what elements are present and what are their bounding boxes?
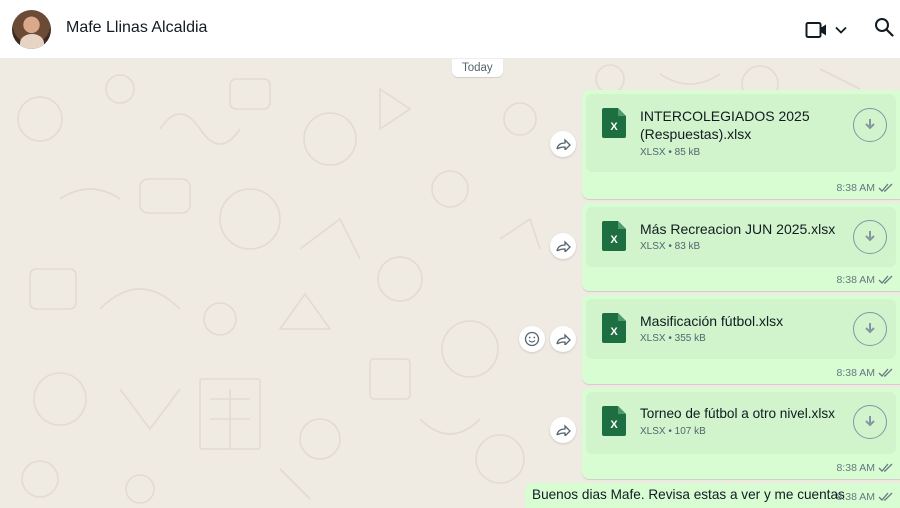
- excel-file-icon: X: [602, 221, 626, 251]
- download-button[interactable]: [853, 108, 887, 142]
- svg-text:X: X: [610, 234, 618, 246]
- file-message: X INTERCOLEGIADOS 2025 (Respuestas).xlsx…: [582, 90, 900, 199]
- contact-avatar[interactable]: [12, 10, 51, 49]
- message-time: 8:38 AM: [836, 182, 894, 194]
- file-name: INTERCOLEGIADOS 2025 (Respuestas).xlsx: [640, 108, 810, 142]
- file-meta: XLSX • 85 kB: [640, 147, 701, 158]
- video-camera-icon: [805, 22, 826, 38]
- message-time: 8:38 AM: [836, 367, 894, 379]
- file-name: Masificación fútbol.xlsx: [640, 313, 784, 329]
- file-message: X Torneo de fútbol a otro nivel.xlsx XLS…: [582, 388, 900, 479]
- emoji-react-button[interactable]: [519, 326, 545, 352]
- read-ticks-icon: [878, 275, 893, 284]
- download-icon: [865, 416, 875, 427]
- download-icon: [865, 231, 875, 242]
- file-card[interactable]: X INTERCOLEGIADOS 2025 (Respuestas).xlsx…: [586, 94, 896, 172]
- file-meta: XLSX • 83 kB: [640, 241, 701, 252]
- excel-file-icon: X: [602, 108, 626, 138]
- file-name: Torneo de fútbol a otro nivel.xlsx: [640, 406, 835, 421]
- file-message: X Más Recreacion JUN 2025.xlsx XLSX • 83…: [582, 203, 900, 291]
- svg-text:X: X: [610, 419, 618, 431]
- chat-area[interactable]: Today X INTERCOLEGIADOS 2025 (Respuestas…: [0, 59, 900, 508]
- download-icon: [865, 119, 875, 130]
- file-message: X Masificación fútbol.xlsx XLSX • 355 kB…: [582, 295, 900, 384]
- download-button[interactable]: [853, 405, 887, 439]
- forward-icon: [556, 333, 571, 345]
- forward-button[interactable]: [550, 326, 576, 352]
- forward-button[interactable]: [550, 131, 576, 157]
- contact-name[interactable]: Mafe Llinas Alcaldia: [66, 19, 207, 37]
- forward-icon: [556, 138, 571, 150]
- download-button[interactable]: [853, 220, 887, 254]
- download-icon: [865, 323, 875, 334]
- file-meta: XLSX • 355 kB: [640, 333, 706, 344]
- forward-button[interactable]: [550, 233, 576, 259]
- search-icon: [875, 18, 894, 37]
- file-name: Más Recreacion JUN 2025.xlsx: [640, 221, 836, 237]
- read-ticks-icon: [878, 463, 893, 472]
- read-ticks-icon: [878, 183, 893, 192]
- message-time: 8:38 AM: [836, 491, 894, 503]
- excel-file-icon: X: [602, 313, 626, 343]
- message-time: 8:38 AM: [836, 274, 894, 286]
- forward-icon: [556, 424, 571, 436]
- search-button[interactable]: [874, 17, 896, 41]
- svg-text:X: X: [610, 326, 618, 338]
- chat-header: Mafe Llinas Alcaldia: [0, 0, 900, 59]
- message-time: 8:38 AM: [836, 462, 894, 474]
- forward-icon: [556, 240, 571, 252]
- excel-file-icon: X: [602, 406, 626, 436]
- forward-button[interactable]: [550, 417, 576, 443]
- read-ticks-icon: [878, 492, 893, 501]
- text-message: Buenos dias Mafe. Revisa estas a ver y m…: [525, 483, 900, 508]
- date-divider: Today: [452, 59, 503, 77]
- file-card[interactable]: X Torneo de fútbol a otro nivel.xlsx XLS…: [586, 392, 896, 454]
- svg-text:X: X: [610, 121, 618, 133]
- video-call-button[interactable]: [805, 17, 851, 43]
- read-ticks-icon: [878, 368, 893, 377]
- smiley-icon: [524, 331, 540, 347]
- file-card[interactable]: X Más Recreacion JUN 2025.xlsx XLSX • 83…: [586, 207, 896, 267]
- message-text: Buenos dias Mafe. Revisa estas a ver y m…: [532, 487, 845, 502]
- file-card[interactable]: X Masificación fútbol.xlsx XLSX • 355 kB: [586, 299, 896, 359]
- chevron-down-icon: [835, 26, 847, 34]
- download-button[interactable]: [853, 312, 887, 346]
- file-meta: XLSX • 107 kB: [640, 426, 706, 437]
